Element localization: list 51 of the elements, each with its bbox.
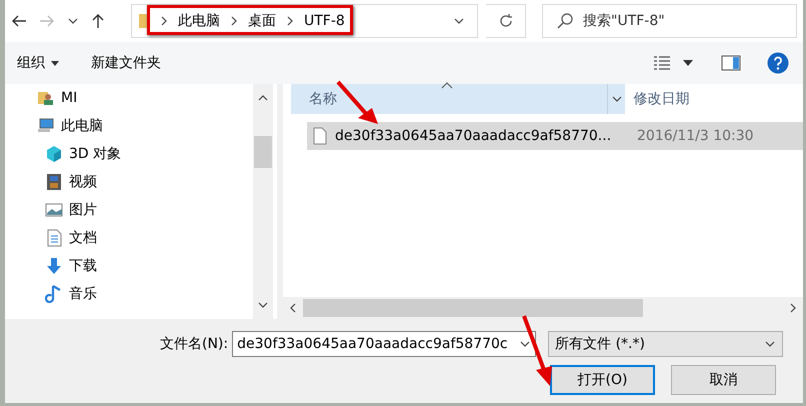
- scroll-thumb[interactable]: [254, 136, 272, 168]
- horizontal-scrollbar[interactable]: [283, 297, 803, 319]
- vertical-scrollbar[interactable]: [253, 84, 273, 319]
- search-input[interactable]: 搜索"UTF-8": [583, 5, 796, 37]
- sidebar-item[interactable]: 此电脑: [5, 112, 253, 140]
- modified-date: 2016/11/3 10:30: [636, 128, 754, 144]
- refresh-icon: [498, 13, 514, 29]
- filename-field[interactable]: de30f33a0645aa70aaadacc9af58770c: [232, 331, 536, 357]
- file-type-dropdown[interactable]: 所有文件 (*.*): [548, 331, 784, 357]
- download-icon: [45, 257, 63, 275]
- address-bar[interactable]: 此电脑 桌面 UTF-8: [131, 4, 478, 38]
- search-icon: [557, 13, 573, 29]
- sort-icon: [441, 82, 453, 89]
- document-icon: [45, 229, 63, 247]
- view-options-icon[interactable]: [653, 55, 671, 71]
- sidebar-item[interactable]: 下载: [5, 252, 253, 280]
- cancel-button[interactable]: 取消: [671, 365, 776, 395]
- help-icon[interactable]: [767, 52, 789, 74]
- sidebar-item[interactable]: 音乐: [5, 280, 253, 308]
- sidebar-item[interactable]: 文档: [5, 224, 253, 252]
- preview-pane-icon[interactable]: [721, 55, 741, 71]
- search-box[interactable]: 搜索"UTF-8": [542, 4, 797, 38]
- refresh-button[interactable]: [486, 4, 526, 38]
- picture-icon: [45, 201, 63, 219]
- sidebar-item[interactable]: MI: [5, 84, 253, 112]
- cube-icon: [45, 145, 63, 163]
- organize-menu[interactable]: 组织: [13, 50, 63, 76]
- breadcrumb[interactable]: UTF-8: [304, 13, 345, 29]
- film-icon: [45, 173, 63, 191]
- file-name: de30f33a0645aa70aaadacc9af58770...: [335, 128, 612, 144]
- computer-icon: [37, 117, 55, 135]
- annotation-arrow: [336, 80, 380, 126]
- new-folder-button[interactable]: 新建文件夹: [87, 50, 165, 76]
- up-icon[interactable]: [91, 13, 105, 29]
- user-folder-icon: [37, 89, 55, 107]
- file-row[interactable]: de30f33a0645aa70aaadacc9af58770... 2016/11/3 10:30: [307, 122, 803, 150]
- sidebar-item[interactable]: 3D 对象: [5, 140, 253, 168]
- sidebar-item[interactable]: 图片: [5, 196, 253, 224]
- scroll-thumb[interactable]: [303, 299, 643, 317]
- caret-icon[interactable]: [683, 60, 693, 66]
- filename-label: 文件名(N):: [160, 335, 228, 353]
- breadcrumb[interactable]: 桌面: [248, 12, 276, 30]
- column-header[interactable]: 名称: [291, 84, 608, 114]
- music-icon: [45, 285, 63, 303]
- caret-icon: [51, 60, 59, 66]
- file-icon: [313, 127, 327, 145]
- open-button[interactable]: 打开(O): [550, 365, 655, 395]
- back-icon[interactable]: [11, 14, 27, 28]
- sidebar-item[interactable]: 视频: [5, 168, 253, 196]
- column-header[interactable]: 修改日期: [625, 84, 803, 114]
- breadcrumb[interactable]: 此电脑: [178, 12, 220, 30]
